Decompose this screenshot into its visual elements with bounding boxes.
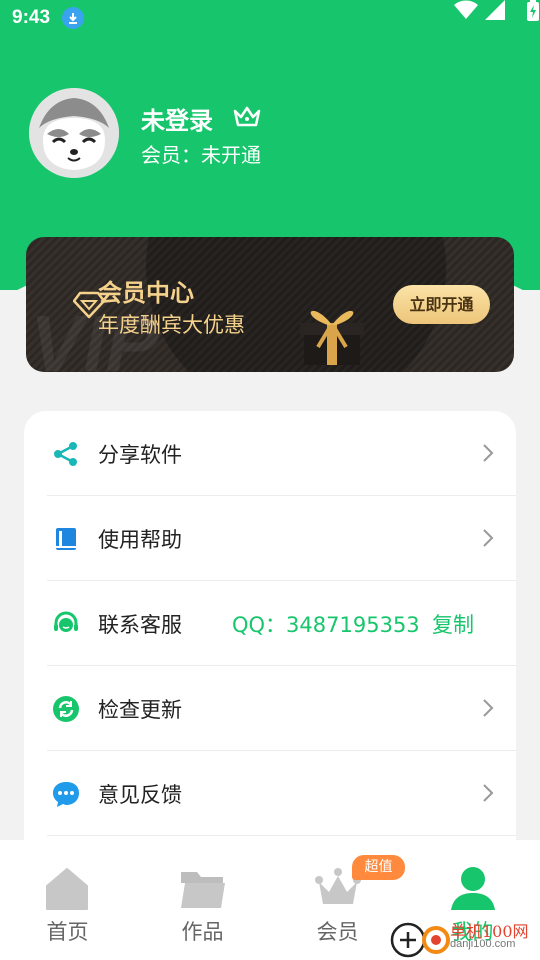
tab-label: 首页 — [46, 920, 89, 944]
tab-label: 作品 — [181, 920, 224, 944]
tab-label: 会员 — [316, 920, 359, 944]
menu-card: 分享软件 使用帮助 联系客服 QQ：3487195353 复制 检查更新 意见反… — [24, 411, 516, 871]
menu-item-label: 检查更新 — [98, 698, 182, 722]
status-time: 9:43 — [12, 7, 51, 28]
wifi-icon — [454, 0, 478, 24]
home-icon — [44, 866, 90, 916]
divider — [47, 835, 516, 836]
hot-deal-badge: 超值 — [352, 855, 405, 880]
open-vip-button[interactable]: 立即开通 — [393, 285, 490, 324]
copy-button[interactable]: 复制 — [432, 609, 474, 639]
crown-icon — [233, 105, 261, 133]
tab-works[interactable]: 作品 — [135, 840, 270, 960]
menu-item-feedback[interactable]: 意见反馈 — [24, 751, 516, 836]
menu-item-update[interactable]: 检查更新 — [24, 666, 516, 751]
vip-title: 会员中心 — [98, 279, 194, 307]
headset-icon — [52, 610, 80, 638]
menu-item-label: 分享软件 — [98, 443, 182, 467]
user-icon — [449, 866, 497, 916]
member-label: 会员： — [141, 143, 201, 167]
refresh-icon — [52, 695, 80, 723]
signal-icon — [485, 0, 505, 24]
menu-item-label: 意见反馈 — [98, 783, 182, 807]
raccoon-avatar-icon — [29, 88, 119, 178]
tab-home[interactable]: 首页 — [0, 840, 135, 960]
site-watermark: 单机100网 danji100.com — [390, 916, 540, 960]
folder-icon — [179, 866, 227, 916]
battery-icon — [526, 0, 540, 26]
member-status-value: 未开通 — [201, 143, 261, 167]
watermark-logo-icon — [390, 922, 450, 958]
chevron-right-icon — [482, 698, 494, 722]
menu-item-contact[interactable]: 联系客服 QQ：3487195353 复制 — [24, 581, 516, 666]
share-icon — [52, 440, 80, 468]
vip-center-card[interactable]: VIP 会员中心 年度酬宾大优惠 立即开通 — [26, 237, 514, 372]
menu-item-help[interactable]: 使用帮助 — [24, 496, 516, 581]
qq-number: QQ：3487195353 — [232, 613, 420, 637]
avatar[interactable] — [29, 88, 119, 178]
chevron-right-icon — [482, 783, 494, 807]
gift-icon — [292, 297, 372, 371]
user-name[interactable]: 未登录 — [141, 101, 213, 136]
chevron-right-icon — [482, 443, 494, 467]
book-icon — [52, 525, 80, 553]
download-icon — [62, 7, 84, 29]
member-status: 会员：未开通 — [141, 139, 261, 168]
watermark-url: danji100.com — [450, 938, 516, 950]
chevron-right-icon — [482, 528, 494, 552]
vip-subtitle: 年度酬宾大优惠 — [98, 313, 245, 337]
status-bar: 9:43 — [0, 0, 540, 36]
chat-icon — [52, 780, 80, 808]
menu-item-label: 使用帮助 — [98, 528, 182, 552]
menu-item-share[interactable]: 分享软件 — [24, 411, 516, 496]
menu-item-label: 联系客服 — [98, 613, 182, 637]
